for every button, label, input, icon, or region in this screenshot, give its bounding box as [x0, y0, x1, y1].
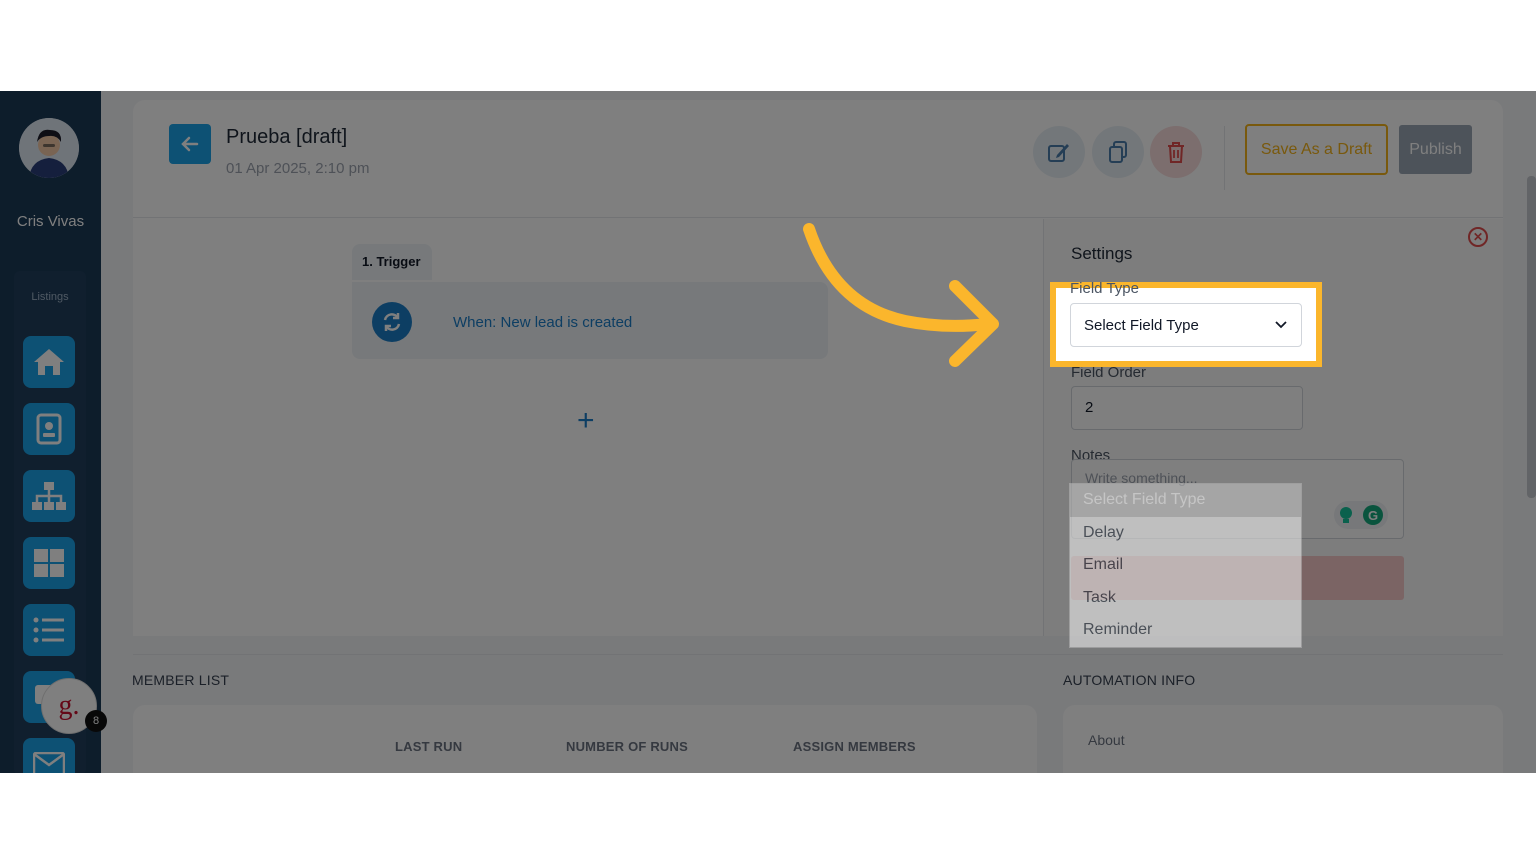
close-icon: ✕ [1472, 230, 1484, 244]
column-header[interactable]: ASSIGN MEMBERS [793, 739, 916, 754]
trigger-tab: 1. Trigger [352, 244, 432, 280]
hierarchy-nav-button[interactable] [23, 470, 75, 522]
column-header[interactable]: LAST RUN [395, 739, 462, 754]
sitemap-icon [32, 482, 66, 510]
grammarly-icon: G [1362, 505, 1383, 525]
notification-count-badge: 8 [85, 710, 107, 732]
home-nav-button[interactable] [23, 336, 75, 388]
member-list-title: MEMBER LIST [132, 672, 230, 688]
delete-button[interactable] [1150, 126, 1202, 178]
automation-info-card: About [1063, 705, 1503, 773]
user-name: Cris Vivas [16, 213, 85, 230]
page-title: Prueba [draft] [226, 126, 348, 148]
option-reminder[interactable]: Reminder [1070, 614, 1301, 647]
edit-icon [1048, 144, 1069, 162]
main-content: Prueba [draft] 01 Apr 2025, 2:10 pm Save… [101, 91, 1536, 773]
option-task[interactable]: Task [1070, 582, 1301, 615]
field-order-input[interactable]: 2 [1071, 386, 1303, 430]
publish-button[interactable]: Publish [1399, 125, 1472, 174]
duplicate-button[interactable] [1092, 126, 1144, 178]
page-date: 01 Apr 2025, 2:10 pm [226, 160, 370, 177]
home-icon [34, 349, 64, 375]
contacts-nav-button[interactable] [23, 403, 75, 455]
add-step-button[interactable]: + [577, 406, 595, 436]
section-label: Listings [31, 291, 69, 303]
header-divider [1224, 126, 1225, 190]
dashboard-nav-button[interactable] [23, 537, 75, 589]
close-settings-button[interactable]: ✕ [1468, 227, 1488, 247]
workflow-header: Prueba [draft] 01 Apr 2025, 2:10 pm Save… [133, 100, 1503, 218]
contact-card-icon [36, 413, 62, 445]
sync-icon [372, 302, 412, 342]
settings-title: Settings [1071, 244, 1133, 263]
app-window: Cris Vivas Listings Prueba [draft] 01 Ap… [0, 91, 1536, 773]
sidebar: Cris Vivas Listings [0, 91, 101, 773]
arrow-left-icon [181, 136, 199, 152]
section-divider [133, 654, 1503, 655]
back-button[interactable] [169, 124, 211, 164]
svg-text:G: G [1367, 508, 1377, 523]
pointer-arrow-icon [803, 223, 999, 367]
list-nav-button[interactable] [23, 604, 75, 656]
scrollbar[interactable] [1527, 176, 1536, 498]
save-draft-button[interactable]: Save As a Draft [1245, 124, 1388, 175]
automation-info-title: AUTOMATION INFO [1063, 672, 1196, 688]
trigger-step[interactable]: When: New lead is created [352, 282, 828, 359]
trash-icon [1168, 142, 1184, 163]
field-type-options: Select Field Type Delay Email Task Remin… [1069, 483, 1302, 648]
option-select-field-type[interactable]: Select Field Type [1070, 484, 1301, 517]
copy-icon [1109, 141, 1127, 163]
trigger-text: When: New lead is created [453, 314, 633, 331]
mail-nav-button[interactable] [23, 738, 75, 773]
edit-button[interactable] [1033, 126, 1085, 178]
grammarly-widget[interactable]: G [1334, 501, 1388, 529]
option-email[interactable]: Email [1070, 549, 1301, 582]
field-type-value: Select Field Type [1084, 316, 1199, 334]
option-delay[interactable]: Delay [1070, 517, 1301, 550]
highlight-box: Field Type Select Field Type [1050, 280, 1322, 367]
list-icon [33, 617, 64, 643]
field-type-select[interactable]: Select Field Type [1070, 303, 1302, 347]
about-label: About [1088, 732, 1125, 748]
field-type-label: Field Type [1070, 280, 1139, 297]
member-list-card: LAST RUN NUMBER OF RUNS ASSIGN MEMBERS [133, 705, 1037, 773]
column-header[interactable]: NUMBER OF RUNS [566, 739, 688, 754]
avatar[interactable] [19, 118, 79, 178]
bulb-icon [1339, 507, 1352, 523]
chevron-down-icon [1275, 321, 1287, 329]
grid-icon [34, 549, 64, 577]
mail-icon [33, 752, 65, 773]
